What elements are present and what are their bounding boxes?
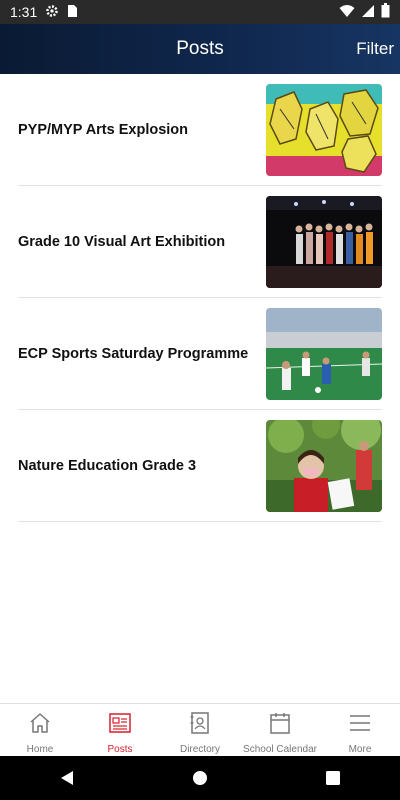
app-bar: Posts Filter — [0, 24, 400, 74]
nav-label: More — [348, 744, 372, 755]
system-navigation-bar — [0, 756, 400, 800]
nav-more[interactable]: More — [320, 704, 400, 756]
posts-list: PYP/MYP Arts Explosion Grade 10 Visual A… — [0, 74, 400, 522]
recent-apps-icon[interactable] — [313, 758, 353, 798]
nav-label: Home — [26, 744, 54, 755]
sim-card-icon — [67, 4, 78, 21]
bottom-navigation: Home Posts Directory School Calendar Mor… — [0, 703, 400, 756]
newspaper-icon — [108, 711, 132, 740]
home-icon — [28, 711, 52, 740]
signal-icon — [361, 4, 375, 21]
post-thumbnail — [266, 307, 382, 400]
post-title: Grade 10 Visual Art Exhibition — [18, 233, 226, 250]
contact-book-icon — [188, 711, 212, 740]
status-bar: 1:31 — [0, 0, 400, 24]
post-item[interactable]: Grade 10 Visual Art Exhibition — [18, 186, 382, 298]
post-thumbnail — [266, 195, 382, 288]
filter-button[interactable]: Filter — [356, 24, 394, 74]
nav-home[interactable]: Home — [0, 704, 80, 756]
post-item[interactable]: Nature Education Grade 3 — [18, 410, 382, 522]
wifi-icon — [339, 4, 355, 21]
nav-label: Directory — [179, 744, 220, 755]
post-title: ECP Sports Saturday Programme — [18, 345, 249, 362]
post-title: Nature Education Grade 3 — [18, 457, 197, 474]
nav-label: Posts — [107, 744, 133, 755]
post-title: PYP/MYP Arts Explosion — [18, 121, 189, 138]
home-circle-icon[interactable] — [180, 758, 220, 798]
clock: 1:31 — [10, 4, 38, 20]
page-title: Posts — [176, 38, 224, 59]
post-thumbnail — [266, 419, 382, 512]
nav-label: School Calendar — [243, 744, 317, 755]
nav-posts[interactable]: Posts — [80, 704, 160, 756]
post-thumbnail — [266, 83, 382, 176]
calendar-icon — [268, 711, 292, 740]
gear-icon — [45, 4, 59, 21]
back-icon[interactable] — [47, 758, 87, 798]
post-item[interactable]: PYP/MYP Arts Explosion — [18, 74, 382, 186]
menu-icon — [348, 711, 372, 740]
post-item[interactable]: ECP Sports Saturday Programme — [18, 298, 382, 410]
battery-icon — [381, 3, 390, 21]
nav-directory[interactable]: Directory — [160, 704, 240, 756]
nav-school-calendar[interactable]: School Calendar — [240, 704, 320, 756]
